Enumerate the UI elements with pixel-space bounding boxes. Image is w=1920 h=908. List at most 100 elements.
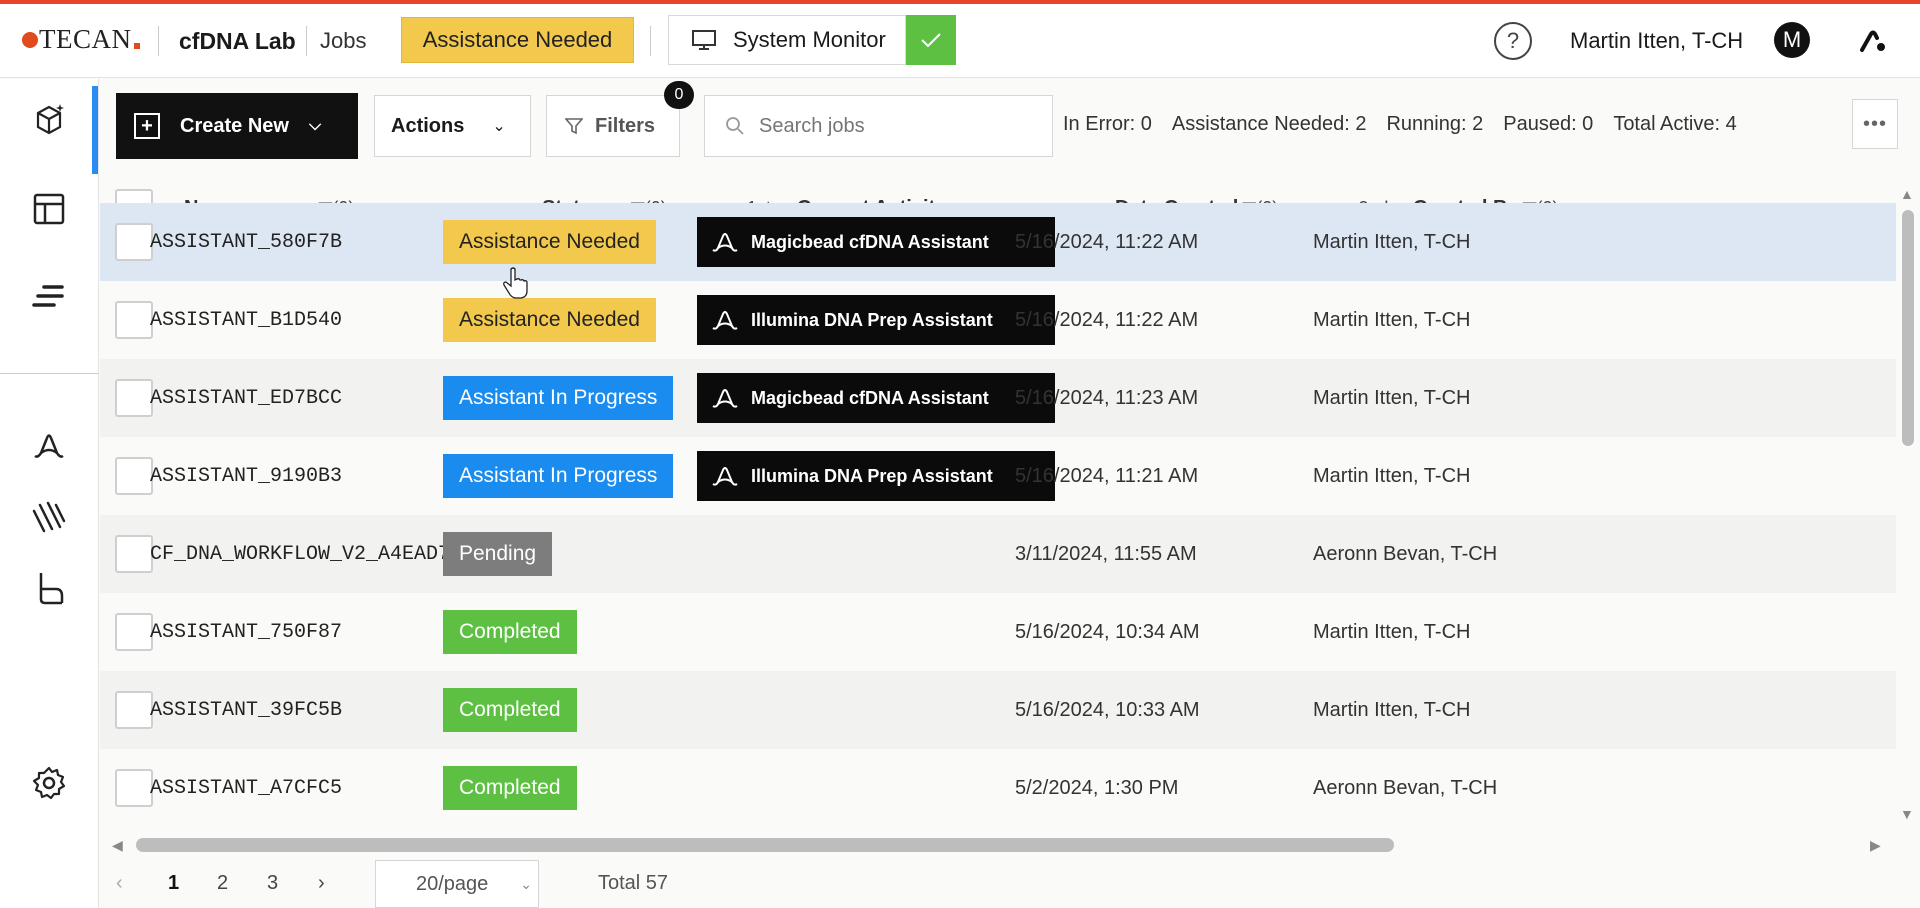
row-checkbox[interactable] [115,223,153,261]
date-created: 5/16/2024, 11:23 AM [1015,386,1199,409]
filters-button[interactable]: Filters [546,95,680,157]
sidebar-divider [0,373,99,374]
date-created: 5/2/2024, 1:30 PM [1015,776,1179,799]
monitor-icon [692,30,716,50]
table-row[interactable]: ASSISTANT_9190B3 Assistant In Progress Ill… [100,437,1896,515]
page-1[interactable]: 1 [168,872,179,895]
user-name[interactable]: Martin Itten, T-CH [1570,28,1743,54]
job-name[interactable]: ASSISTANT_580F7B [150,203,342,281]
assistant-icon[interactable] [30,426,68,464]
more-options-button[interactable]: ••• [1852,99,1898,149]
created-by: Martin Itten, T-CH [1313,308,1471,331]
layout-icon[interactable] [30,190,68,228]
row-checkbox[interactable] [115,691,153,729]
vertical-scroll-thumb[interactable] [1902,210,1914,446]
cube-sparkle-icon[interactable] [30,101,68,139]
state-badge: Completed [443,688,577,732]
tubes-icon[interactable] [30,497,68,535]
activity-label: Magicbead cfDNA Assistant [751,231,989,252]
header-divider [306,26,307,56]
prev-page-button[interactable]: ‹ [116,872,123,895]
row-checkbox[interactable] [115,301,153,339]
create-new-button[interactable]: + Create New ⌵ [116,93,358,159]
state-badge: Completed [443,610,577,654]
scroll-right-icon[interactable]: ▶ [1870,837,1881,854]
scroll-up-icon[interactable]: ▲ [1900,186,1914,202]
created-by: Martin Itten, T-CH [1313,386,1471,409]
total-count: Total 57 [598,872,669,894]
system-monitor-button[interactable]: System Monitor [668,15,906,65]
row-checkbox[interactable] [115,535,153,573]
search-input[interactable] [759,114,1019,138]
date-created: 5/16/2024, 10:33 AM [1015,698,1200,721]
left-sidebar [0,79,99,908]
scroll-down-icon[interactable]: ▼ [1900,806,1914,822]
system-ok-check-icon[interactable] [906,15,956,65]
stat-paused[interactable]: Paused: 0 [1503,113,1593,136]
next-page-button[interactable]: › [318,872,325,895]
page-2[interactable]: 2 [217,872,228,895]
page-3[interactable]: 3 [267,872,278,895]
table-row[interactable]: ASSISTANT_A7CFC5 Completed 5/2/2024, 1:30 … [100,749,1896,825]
job-name[interactable]: ASSISTANT_A7CFC5 [150,749,342,825]
job-name[interactable]: ASSISTANT_B1D540 [150,281,342,359]
job-name[interactable]: ASSISTANT_ED7BCC [150,359,342,437]
filters-label: Filters [595,114,656,137]
state-badge: Assistant In Progress [443,454,674,498]
app-root: TECAN cfDNA Lab Jobs Assistance Needed S… [0,0,1920,908]
avatar[interactable]: M [1774,22,1810,58]
current-activity-chip[interactable]: Magicbead cfDNA Assistant [697,373,1055,423]
row-checkbox[interactable] [115,613,153,651]
header-divider [158,26,159,56]
table-row[interactable]: CF_DNA_WORKFLOW_V2_A4EAD7 Pending 3/11/202… [100,515,1896,593]
system-monitor-label: System Monitor [733,27,886,52]
app-name: cfDNA Lab [179,28,296,54]
job-name[interactable]: ASSISTANT_39FC5B [150,671,342,749]
current-activity-chip[interactable]: Illumina DNA Prep Assistant [697,451,1055,501]
table-row[interactable]: ASSISTANT_580F7B Assistance Needed Magicbe… [100,203,1896,281]
jobs-table: Name ▽(0) ⌄ ↓ ↑ State ▽(0) ⌄ ↓ ↑ 1st Cur… [100,165,1896,825]
assistant-icon [712,233,738,252]
job-name[interactable]: ASSISTANT_750F87 [150,593,342,671]
breadcrumb-jobs[interactable]: Jobs [320,28,366,54]
row-checkbox[interactable] [115,379,153,417]
settings-icon[interactable] [30,764,68,802]
page-size-value: 20/page [416,872,489,895]
date-created: 3/11/2024, 11:55 AM [1015,542,1197,565]
stat-total-active[interactable]: Total Active: 4 [1613,113,1736,136]
help-icon[interactable]: ? [1494,22,1532,60]
stat-running[interactable]: Running: 2 [1386,113,1483,136]
stat-assistance-needed[interactable]: Assistance Needed: 2 [1172,113,1367,136]
row-checkbox[interactable] [115,457,153,495]
table-row[interactable]: ASSISTANT_39FC5B Completed 5/16/2024, 10:3… [100,671,1896,749]
table-row[interactable]: ASSISTANT_ED7BCC Assistant In Progress Mag… [100,359,1896,437]
job-name[interactable]: CF_DNA_WORKFLOW_V2_A4EAD7 [150,515,450,593]
current-activity-chip[interactable]: Magicbead cfDNA Assistant [697,217,1055,267]
pagination: ‹ 1 2 3 › 20/page ⌄ Total 57 [100,858,1920,908]
actions-label: Actions [391,114,465,137]
horizontal-scroll-thumb[interactable] [136,838,1394,852]
stat-in-error[interactable]: In Error: 0 [1063,113,1152,136]
scroll-left-icon[interactable]: ◀ [112,837,123,854]
job-name[interactable]: ASSISTANT_9190B3 [150,437,342,515]
create-new-label: Create New [180,114,289,137]
assistant-icon [712,467,738,486]
list-lines-icon[interactable] [30,277,68,315]
table-row[interactable]: ASSISTANT_B1D540 Assistance Needed Illumin… [100,281,1896,359]
created-by: Martin Itten, T-CH [1313,620,1471,643]
logo-square-icon [133,42,140,49]
labware-icon[interactable] [30,569,68,607]
table-row[interactable]: ASSISTANT_750F87 Completed 5/16/2024, 10:3… [100,593,1896,671]
tecan-logo[interactable]: TECAN [22,24,140,55]
top-header: TECAN cfDNA Lab Jobs Assistance Needed S… [0,4,1920,78]
chevron-down-icon: ⌵ [308,117,322,134]
actions-dropdown[interactable]: Actions ⌄ [374,95,531,157]
current-activity-chip[interactable]: Illumina DNA Prep Assistant [697,295,1055,345]
search-box[interactable] [704,95,1053,157]
filter-count-badge: 0 [664,81,694,109]
brand-app-icon[interactable] [1858,26,1888,56]
active-section-indicator [92,86,98,174]
row-checkbox[interactable] [115,769,153,807]
assistance-needed-badge[interactable]: Assistance Needed [401,17,634,63]
page-size-select[interactable]: 20/page ⌄ [375,860,539,908]
